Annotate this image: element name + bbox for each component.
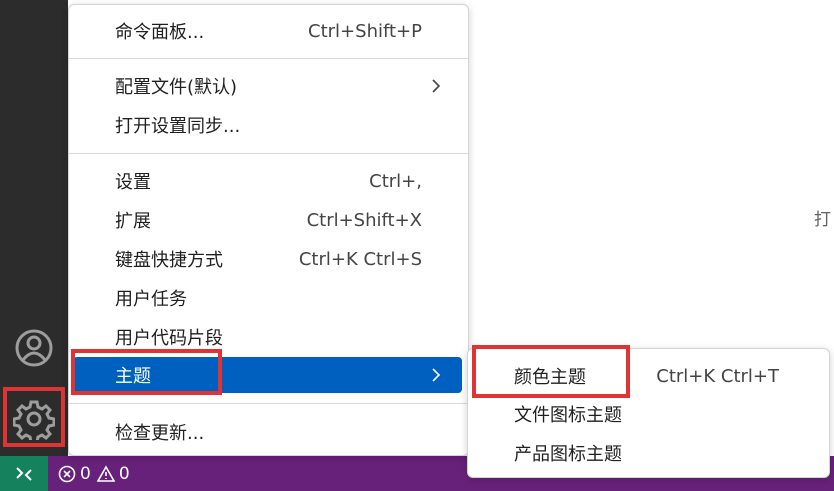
submenu-item-label: 文件图标主题 (514, 405, 622, 426)
menu-item-shortcut: Ctrl+Shift+X (306, 209, 422, 231)
submenu-item-label: 颜色主题 (514, 367, 586, 388)
remote-icon (16, 466, 32, 481)
submenu-item-shortcut: Ctrl+K Ctrl+T (656, 365, 779, 387)
chevron-right-icon (432, 368, 441, 382)
menu-item-label: 设置 (115, 172, 151, 193)
manage-menu: 命令面板... Ctrl+Shift+P 配置文件(默认) 打开设置同步... … (68, 4, 469, 456)
menu-item-label: 键盘快捷方式 (115, 250, 223, 271)
gear-icon[interactable] (13, 398, 55, 440)
submenu-item-label: 产品图标主题 (514, 444, 622, 465)
menu-item-themes[interactable]: 主题 (73, 357, 462, 393)
menu-item-label: 扩展 (115, 211, 151, 232)
account-icon[interactable] (14, 328, 54, 368)
menu-item-command-palette[interactable]: 命令面板... Ctrl+Shift+P (73, 13, 462, 49)
submenu-item-color-theme[interactable]: 颜色主题 Ctrl+K Ctrl+T (472, 358, 825, 394)
menu-item-user-tasks[interactable]: 用户任务 (73, 280, 462, 316)
menu-item-label: 检查更新... (115, 423, 205, 444)
menu-item-keyboard-shortcuts[interactable]: 键盘快捷方式 Ctrl+K Ctrl+S (73, 241, 462, 277)
error-icon (58, 465, 76, 482)
menu-separator (69, 58, 468, 59)
menu-item-user-snippets[interactable]: 用户代码片段 (73, 319, 462, 355)
menu-item-label: 打开设置同步... (115, 116, 241, 137)
menu-item-shortcut: Ctrl+Shift+P (308, 20, 422, 42)
menu-item-check-updates[interactable]: 检查更新... (73, 414, 462, 450)
menu-item-extensions[interactable]: 扩展 Ctrl+Shift+X (73, 202, 462, 238)
menu-item-label: 配置文件(默认) (115, 77, 238, 98)
warning-icon (96, 464, 115, 482)
menu-item-profiles[interactable]: 配置文件(默认) (73, 68, 462, 104)
error-count: 0 (80, 463, 91, 484)
menu-item-settings[interactable]: 设置 Ctrl+, (73, 163, 462, 199)
menu-item-label: 用户任务 (115, 289, 187, 310)
menu-item-label: 命令面板... (115, 22, 205, 43)
problems-indicator[interactable]: 0 0 (58, 456, 136, 491)
chevron-right-icon (432, 79, 441, 93)
activity-bar (0, 0, 68, 456)
submenu-item-product-icon-theme[interactable]: 产品图标主题 (472, 435, 825, 471)
menu-item-shortcut: Ctrl+, (369, 170, 422, 192)
remote-button[interactable] (0, 456, 48, 491)
editor-partial-text: 打 (814, 210, 831, 230)
menu-separator (69, 403, 468, 404)
menu-separator (69, 153, 468, 154)
themes-submenu: 颜色主题 Ctrl+K Ctrl+T 文件图标主题 产品图标主题 (467, 348, 830, 478)
menu-item-label: 主题 (115, 366, 151, 387)
menu-item-shortcut: Ctrl+K Ctrl+S (298, 248, 422, 270)
submenu-item-file-icon-theme[interactable]: 文件图标主题 (472, 396, 825, 432)
menu-item-settings-sync[interactable]: 打开设置同步... (73, 107, 462, 143)
warning-count: 0 (118, 463, 130, 484)
menu-item-label: 用户代码片段 (115, 328, 223, 349)
